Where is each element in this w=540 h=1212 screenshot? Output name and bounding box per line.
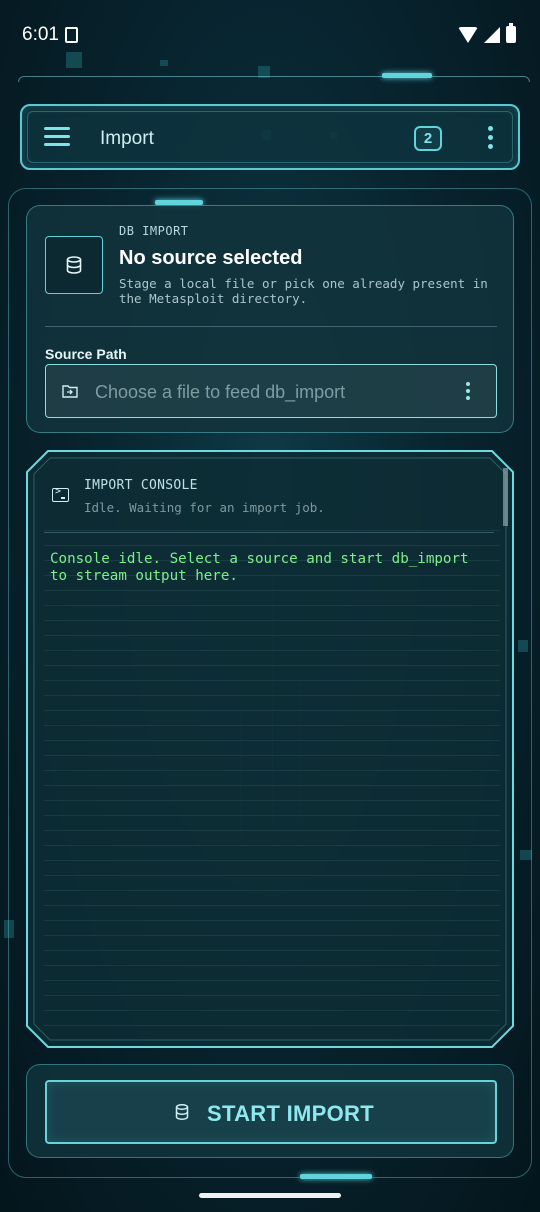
source-path-label: Source Path	[45, 346, 127, 362]
status-icons	[458, 23, 516, 43]
gesture-nav-handle[interactable]	[199, 1193, 341, 1198]
job-count-badge[interactable]: 2	[414, 126, 442, 151]
card-eyebrow: DB IMPORT	[119, 224, 189, 238]
import-console-panel: IMPORT CONSOLE Idle. Waiting for an impo…	[26, 450, 514, 1048]
source-options-icon[interactable]	[466, 382, 470, 400]
frame-glow-tab	[382, 73, 432, 78]
more-vert-icon[interactable]	[484, 124, 496, 152]
menu-icon[interactable]	[44, 127, 70, 147]
terminal-icon	[52, 486, 69, 502]
console-ruled-lines	[44, 530, 500, 1030]
sim-card-icon	[65, 27, 78, 43]
frame-top-line	[18, 76, 530, 82]
wifi-icon	[458, 26, 478, 43]
card-description: Stage a local file or pick one already p…	[119, 276, 488, 306]
db-import-card: DB IMPORT No source selected Stage a loc…	[26, 205, 514, 433]
source-path-input[interactable]: Choose a file to feed db_import	[45, 364, 497, 418]
action-card: START IMPORT	[26, 1064, 514, 1158]
card-title: No source selected	[119, 247, 303, 269]
status-bar: 6:01	[0, 0, 540, 70]
console-output: Console idle. Select a source and start …	[50, 551, 469, 584]
console-scrollbar[interactable]	[503, 468, 508, 526]
start-import-label: START IMPORT	[207, 1101, 374, 1126]
database-icon	[45, 236, 103, 294]
source-path-placeholder: Choose a file to feed db_import	[95, 382, 346, 402]
status-time: 6:01	[22, 24, 59, 45]
signal-icon	[484, 26, 500, 43]
divider	[45, 326, 497, 327]
folder-icon	[62, 385, 78, 398]
app-bar: Import 2	[20, 104, 520, 170]
page-title: Import	[100, 128, 154, 149]
database-icon	[175, 1104, 189, 1120]
console-title: IMPORT CONSOLE	[84, 478, 198, 493]
start-import-button[interactable]: START IMPORT	[45, 1080, 497, 1144]
frame-glow-tab	[300, 1174, 372, 1179]
battery-icon	[506, 23, 516, 43]
divider	[44, 532, 494, 533]
console-status: Idle. Waiting for an import job.	[84, 500, 325, 515]
